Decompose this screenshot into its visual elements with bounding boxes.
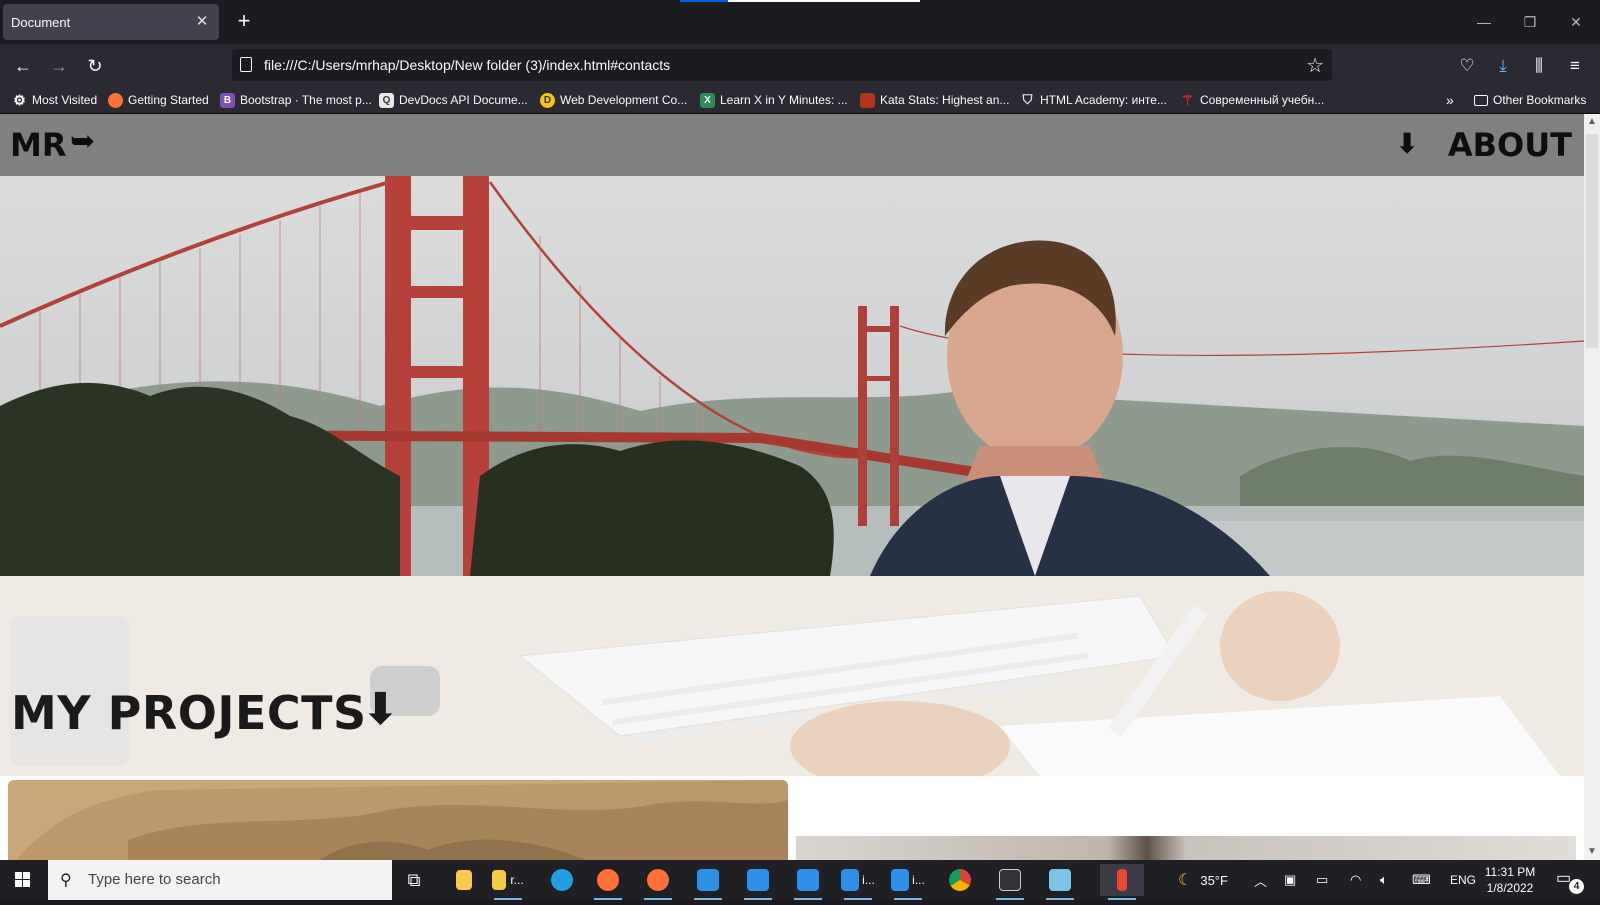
notification-count: 4 [1569,879,1584,894]
bookmark-item[interactable]: Kata Stats: Highest an... [860,91,1009,109]
menu-icon[interactable]: ≡ [1562,53,1588,79]
vscode-icon[interactable] [686,864,730,900]
shield-icon: ⛉ [1022,92,1033,107]
more-bookmarks-icon[interactable]: » [1446,91,1454,109]
other-bookmarks[interactable]: Other Bookmarks [1474,91,1586,109]
arrow-right-icon: ➥ [70,124,96,159]
forward-icon[interactable]: → [46,53,72,79]
search-icon: ⚲ [60,872,72,889]
system-clock[interactable]: 11:31 PM 1/8/2022 [1474,864,1546,896]
paint-icon[interactable] [1100,864,1144,900]
tab-close-icon[interactable]: ✕ [193,13,211,31]
arrow-down-icon: ⬇ [1395,127,1419,160]
reload-icon[interactable]: ↻ [82,53,108,79]
about-link[interactable]: ABOUT [1448,126,1572,164]
projects-banner: MY PROJECTS ⬇ [0,576,1584,776]
minimize-icon[interactable]: — [1472,10,1496,34]
wifi-icon[interactable]: ◠ [1350,860,1361,900]
tab-bar: Document ✕ + — ❐ ✕ [0,0,1600,44]
project-thumbnail[interactable] [796,836,1576,860]
bookmark-star-icon[interactable]: ☆ [1306,53,1324,78]
bookmarks-toolbar: ⚙ Most Visited Getting Started B Bootstrap… [0,86,1600,114]
page-viewport: MR ➥ ⬇ ABOUT MY PROJECTS ⬇ ▲ ▼ [0,114,1600,860]
loading-indicator [680,0,920,2]
scrollbar-thumb[interactable] [1586,134,1598,348]
devdocs-icon: Q [379,92,394,108]
bootstrap-icon: B [220,92,235,108]
task-view-icon[interactable]: ⧉ [392,864,436,896]
bookmark-item[interactable]: ⚚ Современный учебн... [1180,91,1324,109]
page-scrollbar[interactable]: ▲ ▼ [1584,114,1600,860]
vscode-icon[interactable] [736,864,780,900]
language-indicator[interactable]: ENG [1450,860,1476,900]
url-text[interactable]: file:///C:/Users/mrhap/Desktop/New folde… [264,57,670,73]
back-icon[interactable]: ← [10,53,36,79]
desk-illustration [0,576,1584,776]
firefox-icon[interactable] [636,864,680,900]
windows-taskbar: ⚲ Type here to search ⧉ r... i... i... ☾… [0,860,1600,900]
downloads-icon[interactable]: ⤓ [1490,53,1516,79]
restore-icon[interactable]: ❐ [1518,10,1542,34]
bookmark-item[interactable]: Q DevDocs API Docume... [379,91,528,109]
firefox-icon[interactable] [586,864,630,900]
terminal-icon[interactable] [988,864,1032,900]
library-icon[interactable]: ⫼ [1526,53,1552,79]
project-thumbnail[interactable] [8,780,788,860]
notepad-icon[interactable] [1038,864,1082,900]
site-header: MR ➥ ⬇ ABOUT [0,114,1584,176]
learnx-icon: X [700,92,715,108]
taskbar-search-input[interactable]: ⚲ Type here to search [48,860,392,900]
bookmark-item[interactable]: X Learn X in Y Minutes: ... [700,91,848,109]
battery-icon[interactable]: ▭ [1316,860,1328,900]
keyboard-icon[interactable]: ⌨ [1412,860,1431,900]
volume-icon[interactable]: 🔈︎ [1380,860,1388,900]
arrow-down-icon: ⬇ [362,684,399,735]
map-texture-image [8,780,788,860]
chrome-icon[interactable] [938,864,982,896]
bookmark-item[interactable]: Getting Started [108,91,209,109]
firefox-icon [108,92,123,108]
codewars-icon [860,92,875,108]
moon-icon: ☾ [1178,872,1193,889]
vscode-icon[interactable]: i... [836,864,880,900]
vscode-icon[interactable]: i... [886,864,930,900]
search-placeholder: Type here to search [88,871,221,888]
tab-document[interactable]: Document ✕ [3,4,219,40]
show-hidden-icons-icon[interactable]: ︿ [1254,860,1267,900]
hero-photo [0,176,1584,576]
page-icon [240,57,252,72]
file-explorer-icon[interactable]: r... [486,864,530,900]
edge-icon[interactable] [540,864,584,896]
file-explorer-icon[interactable] [442,864,486,896]
scroll-down-icon[interactable]: ▼ [1584,844,1600,860]
bookmark-item[interactable]: B Bootstrap · The most p... [220,91,372,109]
clock-time: 11:31 PM [1484,865,1536,879]
webdev-icon: D [540,92,555,108]
close-window-icon[interactable]: ✕ [1564,10,1588,34]
weather-widget[interactable]: ☾ 35°F [1178,860,1228,900]
pocket-icon[interactable]: ♡ [1454,53,1480,79]
clock-date: 1/8/2022 [1486,881,1534,895]
hero-illustration [0,176,1584,576]
new-tab-icon[interactable]: + [232,10,256,34]
tab-title: Document [11,14,71,30]
notification-center-icon[interactable]: ▭ 4 [1556,868,1584,894]
projects-heading: MY PROJECTS [11,686,367,740]
gear-icon: ⚙ [13,91,26,108]
jsinfo-icon: ⚚ [1181,91,1194,108]
windows-start-icon[interactable] [0,860,46,900]
bookmark-item[interactable]: ⛉ HTML Academy: инте... [1020,91,1167,109]
scroll-up-icon[interactable]: ▲ [1584,114,1600,130]
folder-icon [1474,94,1488,106]
site-logo[interactable]: MR [10,126,66,164]
bookmark-item[interactable]: D Web Development Co... [540,91,687,109]
vscode-icon[interactable] [786,864,830,900]
navigation-toolbar: ← → ↻ file:///C:/Users/mrhap/Desktop/New… [0,44,1600,86]
bookmark-item[interactable]: ⚙ Most Visited [12,91,97,109]
meet-now-icon[interactable]: ▣ [1284,860,1296,900]
address-bar[interactable]: file:///C:/Users/mrhap/Desktop/New folde… [232,49,1332,81]
